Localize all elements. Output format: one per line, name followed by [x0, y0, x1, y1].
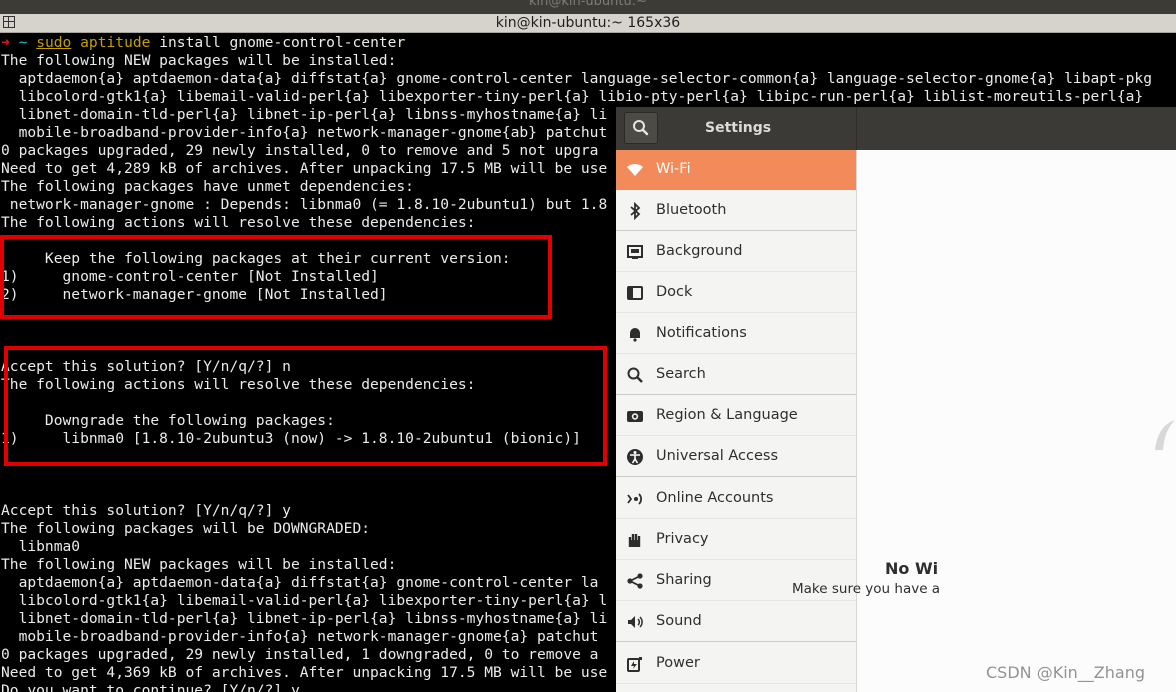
terminal-line: 0 packages upgraded, 29 newly installed,…	[1, 646, 599, 663]
terminal-line: mobile-broadband-provider-info{a} networ…	[1, 628, 599, 645]
hand-icon	[628, 534, 641, 547]
no-wifi-description: Make sure you have a	[792, 581, 941, 597]
terminal-line: The following NEW packages will be insta…	[1, 556, 397, 573]
camera-icon	[627, 411, 643, 422]
terminal-line: libnet-domain-tld-perl{a} libnet-ip-perl…	[1, 610, 608, 627]
terminal-line: network-manager-gnome : Depends: libnma0…	[1, 196, 608, 213]
terminal-line: The following actions will resolve these…	[1, 214, 476, 231]
wifi-panel	[857, 150, 1176, 692]
sidebar-item-label: Privacy	[656, 531, 709, 547]
search-icon	[627, 367, 643, 383]
sidebar-item-label: Wi-Fi	[656, 161, 691, 177]
sidebar-item-label: Bluetooth	[656, 202, 727, 218]
sidebar-item-label: Background	[656, 243, 743, 259]
settings-search-button[interactable]	[624, 112, 658, 144]
search-icon	[633, 120, 649, 136]
highlight-box-keep	[0, 235, 552, 319]
command-sudo: sudo	[36, 34, 72, 51]
online-accounts-icon	[627, 493, 642, 505]
prompt-dir: ~	[18, 34, 28, 51]
sidebar-item-wi-fi[interactable]: Wi-Fi	[616, 150, 856, 190]
bluetooth-icon	[630, 202, 641, 220]
terminal-line: libnma0	[1, 538, 81, 555]
sidebar-item-search[interactable]: Search	[616, 355, 856, 395]
terminal-line: aptdaemon{a} aptdaemon-data{a} diffstat{…	[1, 574, 599, 591]
terminal-line: libcolord-gtk1{a} libemail-valid-perl{a}…	[1, 592, 608, 609]
sidebar-item-universal-access[interactable]: Universal Access	[616, 437, 856, 477]
sidebar-item-label: Search	[656, 366, 706, 382]
wifi-icon	[627, 163, 643, 176]
terminal-line: libcolord-gtk1{a} libemail-valid-perl{a}…	[1, 88, 1144, 105]
sidebar-item-background[interactable]: Background	[616, 232, 856, 272]
terminal-line: mobile-broadband-provider-info{a} networ…	[1, 124, 608, 141]
sidebar-item-label: Sharing	[656, 572, 712, 588]
terminal-prompt-line: ➜ ~ sudo aptitude install gnome-control-…	[1, 34, 405, 52]
sidebar-item-label: Dock	[656, 284, 693, 300]
watermark: CSDN @Kin__Zhang	[986, 663, 1145, 682]
sidebar-item-region-language[interactable]: Region & Language	[616, 396, 856, 436]
sidebar-item-label: Sound	[656, 613, 702, 629]
dock-icon	[627, 286, 643, 300]
terminal-line: Accept this solution? [Y/n/q/?] y	[1, 502, 291, 519]
speaker-icon	[628, 616, 643, 628]
prompt-arrow: ➜	[1, 34, 10, 51]
terminal-line: Do you want to continue? [Y/n/?] y	[1, 682, 300, 692]
sidebar-item-sound[interactable]: Sound	[616, 602, 856, 642]
bell-icon	[630, 328, 640, 342]
terminal-line: Need to get 4,369 kB of archives. After …	[1, 664, 608, 681]
settings-sidebar: Wi-Fi Bluetooth Background Dock Notification…	[616, 150, 857, 692]
sidebar-item-notifications[interactable]: Notifications	[616, 314, 856, 354]
settings-title: Settings	[705, 120, 772, 136]
sidebar-item-bluetooth[interactable]: Bluetooth	[616, 191, 856, 231]
accessibility-icon	[627, 449, 643, 465]
terminal-line: aptdaemon{a} aptdaemon-data{a} diffstat{…	[1, 70, 1152, 87]
terminal-line: The following packages have unmet depend…	[1, 178, 414, 195]
terminal-line: The following packages will be DOWNGRADE…	[1, 520, 371, 537]
settings-window[interactable]: Settings Wi-Fi Bluetooth Background Dock Not…	[616, 107, 1176, 692]
terminal-title: kin@kin-ubuntu:~ 165x36	[495, 15, 681, 31]
command-rest: install gnome-control-center	[150, 34, 406, 51]
terminal-line: The following NEW packages will be insta…	[1, 52, 397, 69]
sidebar-item-label: Universal Access	[656, 448, 779, 464]
sidebar-item-dock[interactable]: Dock	[616, 273, 856, 313]
sidebar-item-label: Region & Language	[656, 407, 798, 423]
command-aptitude: aptitude	[80, 34, 151, 51]
sidebar-item-label: Notifications	[656, 325, 747, 341]
wifi-disabled-icon	[1155, 420, 1175, 450]
terminal-line: 0 packages upgraded, 29 newly installed,…	[1, 142, 599, 159]
sidebar-item-privacy[interactable]: Privacy	[616, 520, 856, 560]
header-separator	[856, 107, 857, 150]
settings-header: Settings	[616, 107, 1176, 150]
background-icon	[627, 245, 643, 259]
sidebar-item-online-accounts[interactable]: Online Accounts	[616, 479, 856, 519]
share-icon	[627, 573, 643, 589]
no-wifi-title: No Wi	[885, 559, 939, 578]
sidebar-item-power[interactable]: Power	[616, 644, 856, 684]
outer-window-title: kin@kin-ubuntu:~	[528, 0, 648, 9]
sidebar-item-label: Online Accounts	[656, 490, 774, 506]
outer-window-titlebar[interactable]: kin@kin-ubuntu:~	[0, 0, 1176, 14]
terminal-line: Need to get 4,289 kB of archives. After …	[1, 160, 608, 177]
sidebar-item-label: Power	[656, 655, 700, 671]
terminal-line: libnet-domain-tld-perl{a} libnet-ip-perl…	[1, 106, 608, 123]
highlight-box-downgrade	[4, 346, 607, 466]
power-icon	[627, 657, 642, 672]
terminal-titlebar[interactable]: kin@kin-ubuntu:~ 165x36	[0, 14, 1176, 33]
